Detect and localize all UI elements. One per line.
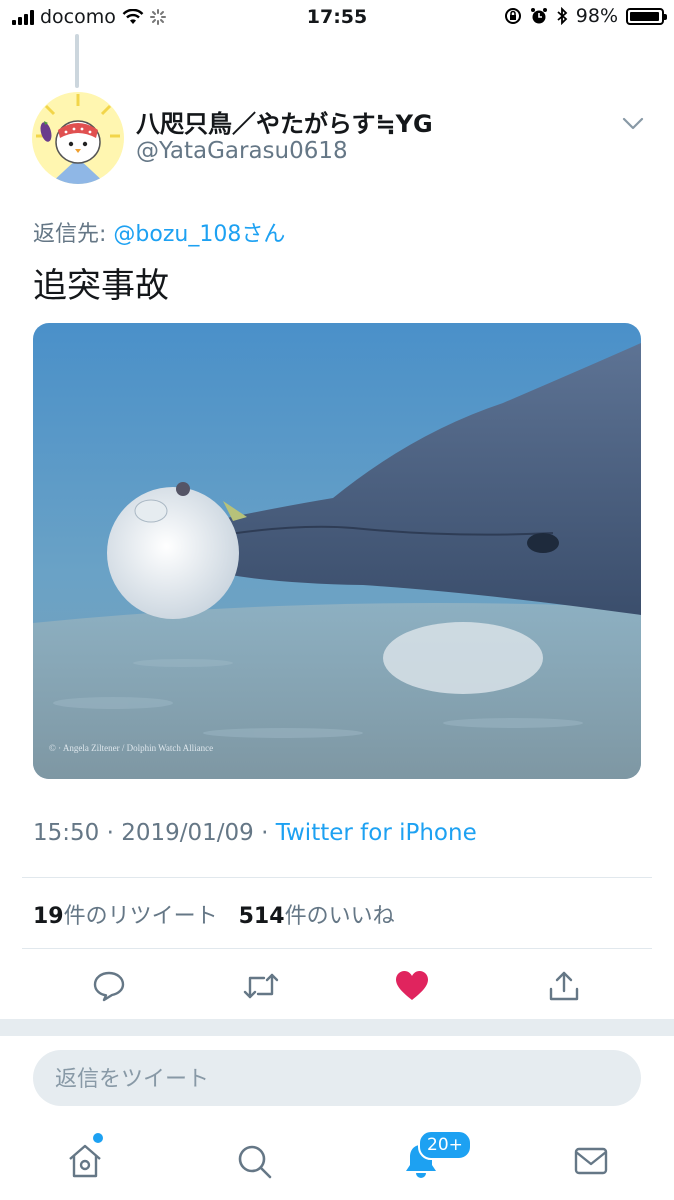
- signal-icon: [12, 9, 34, 25]
- meta-separator-1: ·: [99, 820, 122, 846]
- home-icon: [69, 1144, 101, 1178]
- search-icon: [238, 1145, 272, 1179]
- share-button[interactable]: [544, 966, 584, 1006]
- photo-credit: © · Angela Ziltener / Dolphin Watch Alli…: [49, 743, 213, 753]
- alarm-icon: [530, 8, 547, 24]
- reply-to-mention[interactable]: @bozu_108さん: [113, 222, 285, 247]
- retweet-count: 19: [33, 904, 64, 929]
- avatar[interactable]: [32, 92, 124, 184]
- tweet-text: 追突事故: [33, 266, 169, 306]
- tab-home[interactable]: [62, 1138, 108, 1184]
- tab-messages[interactable]: [568, 1138, 614, 1184]
- battery-fill: [630, 11, 660, 21]
- activity-spinner-icon: [149, 9, 166, 25]
- status-left: docomo: [12, 6, 166, 28]
- user-handle[interactable]: @YataGarasu0618: [136, 138, 348, 164]
- wifi-icon: [122, 9, 144, 24]
- retweet-icon: [243, 973, 279, 999]
- rotation-lock-icon: [504, 8, 521, 24]
- status-right: 98%: [504, 5, 667, 27]
- tweet-photo[interactable]: © · Angela Ziltener / Dolphin Watch Alli…: [33, 323, 641, 779]
- tweet-source-link[interactable]: Twitter for iPhone: [276, 820, 477, 846]
- notifications-badge: 20+: [418, 1130, 472, 1160]
- carrier-name: docomo: [40, 6, 116, 28]
- reply-input[interactable]: [53, 1050, 617, 1108]
- engagement-stats: 19件のリツイート 514件のいいね: [33, 898, 395, 930]
- likes-stat[interactable]: 514件のいいね: [239, 904, 395, 929]
- home-new-indicator: [93, 1133, 103, 1143]
- reply-to-line: 返信先: @bozu_108さん: [33, 216, 285, 248]
- like-label: 件のいいね: [284, 904, 395, 929]
- chevron-down-icon[interactable]: [618, 108, 648, 138]
- bluetooth-icon: [557, 7, 568, 25]
- battery-icon: [626, 7, 667, 25]
- avatar-bird-image: [32, 92, 124, 184]
- retweet-label: 件のリツイート: [63, 904, 218, 929]
- thread-line: [75, 34, 79, 88]
- comment-bubble-icon: [93, 971, 125, 1002]
- mail-icon: [574, 1147, 608, 1175]
- divider-top: [22, 877, 652, 878]
- reply-to-prefix: 返信先:: [33, 222, 114, 247]
- display-name[interactable]: 八咫只鳥／やたがらす≒YG: [136, 104, 433, 139]
- share-icon: [549, 971, 579, 1001]
- retweets-stat[interactable]: 19件のリツイート: [33, 904, 218, 929]
- section-separator: [0, 1019, 674, 1036]
- like-count: 514: [238, 904, 285, 929]
- tweet-metadata: 15:50 · 2019/01/09 · Twitter for iPhone: [33, 820, 477, 846]
- tab-search[interactable]: [231, 1138, 277, 1184]
- reply-bar[interactable]: [33, 1050, 641, 1108]
- divider-bottom: [22, 948, 652, 949]
- meta-separator-2: ·: [253, 820, 276, 846]
- heart-icon: [396, 971, 428, 1000]
- reply-button[interactable]: [89, 966, 129, 1006]
- like-button[interactable]: [392, 966, 432, 1006]
- retweet-button[interactable]: [241, 966, 281, 1006]
- tweet-date: 2019/01/09: [121, 820, 254, 846]
- tweet-time: 15:50: [33, 820, 100, 846]
- battery-percent: 98%: [575, 5, 618, 27]
- status-bar: docomo 17:55 98%: [0, 0, 674, 34]
